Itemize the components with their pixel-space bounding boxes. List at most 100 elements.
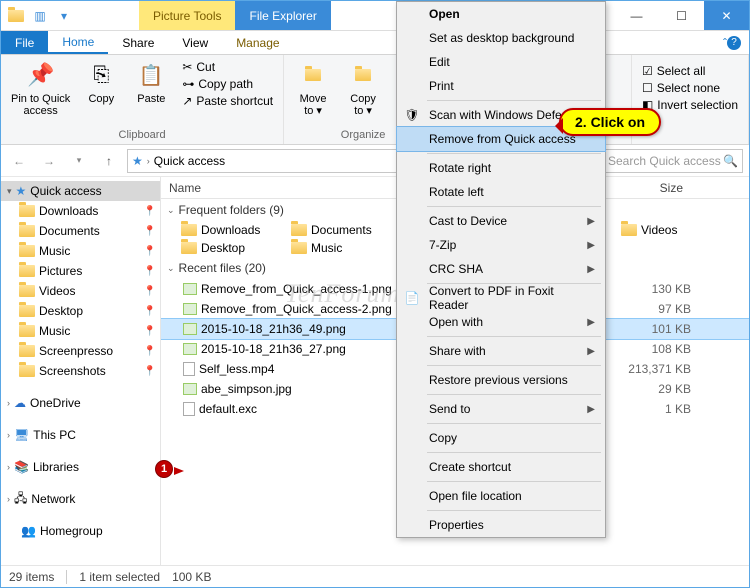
sidebar-item[interactable]: Screenpresso📍: [1, 341, 160, 361]
sidebar-item[interactable]: Desktop📍: [1, 301, 160, 321]
nav-homegroup[interactable]: 👥Homegroup: [1, 521, 160, 541]
pin-icon: 📍: [144, 286, 156, 297]
folder-item[interactable]: Documents: [289, 221, 399, 239]
title-bar: ▥ ▾ Picture Tools File Explorer — ☐ ✕: [1, 1, 749, 31]
folder-icon: [19, 205, 35, 217]
breadcrumb[interactable]: Quick access: [154, 154, 225, 168]
context-menu-item[interactable]: Print: [397, 74, 605, 98]
image-icon: [183, 343, 197, 355]
context-menu-item[interactable]: Open with▶: [397, 310, 605, 334]
star-icon: ★: [132, 154, 143, 168]
pin-icon: 📍: [144, 326, 156, 337]
recent-locations-button[interactable]: ▾: [67, 149, 91, 173]
copy-path-button[interactable]: ⊶Copy path: [178, 76, 277, 92]
sidebar-item[interactable]: Downloads📍: [1, 201, 160, 221]
folder-icon: [291, 224, 307, 236]
folder-item[interactable]: Downloads: [179, 221, 289, 239]
search-input[interactable]: Search Quick access 🔍: [603, 149, 743, 173]
path-icon: ⊶: [182, 77, 194, 91]
minimize-button[interactable]: —: [614, 1, 659, 30]
qat-properties-icon[interactable]: ▥: [29, 5, 51, 27]
folder-icon: [19, 265, 35, 277]
chevron-right-icon: ›: [147, 156, 150, 166]
sidebar-item[interactable]: Documents📍: [1, 221, 160, 241]
shortcut-icon: ↗: [182, 94, 192, 108]
context-menu-item[interactable]: Rotate left: [397, 180, 605, 204]
column-size[interactable]: Size: [621, 181, 691, 195]
address-bar-row: ← → ▾ ↑ ★ › Quick access ▾ ↻ Search Quic…: [1, 145, 749, 177]
context-menu-item[interactable]: Open: [397, 2, 605, 26]
pin-to-quick-access-button[interactable]: 📌 Pin to Quick access: [7, 57, 74, 119]
move-to-button[interactable]: Move to ▾: [290, 57, 336, 119]
ribbon-collapse-button[interactable]: ˆ ?: [715, 31, 749, 54]
context-menu-item[interactable]: Set as desktop background: [397, 26, 605, 50]
scissors-icon: ✂: [182, 60, 192, 74]
nav-quick-access[interactable]: ▾ ★ Quick access: [1, 181, 160, 201]
copy-button[interactable]: ⎘ Copy: [78, 57, 124, 107]
context-menu-item[interactable]: Restore previous versions: [397, 368, 605, 392]
context-menu-item[interactable]: Open file location: [397, 484, 605, 508]
pin-icon: 📍: [144, 266, 156, 277]
context-menu-item[interactable]: CRC SHA▶: [397, 257, 605, 281]
status-bar: 29 items 1 item selected 100 KB: [1, 565, 749, 587]
context-menu-item[interactable]: Rotate right: [397, 156, 605, 180]
copy-icon: ⎘: [85, 59, 117, 91]
context-menu-item[interactable]: Edit: [397, 50, 605, 74]
folder-item[interactable]: Videos: [619, 221, 729, 239]
annotation-callout: 2. Click on: [559, 108, 661, 136]
sidebar-item[interactable]: Music📍: [1, 321, 160, 341]
chevron-right-icon: ▶: [587, 404, 595, 415]
nav-onedrive[interactable]: ›☁OneDrive: [1, 393, 160, 413]
forward-button[interactable]: →: [37, 149, 61, 173]
qat-folder-icon[interactable]: [5, 5, 27, 27]
context-menu-item[interactable]: Share with▶: [397, 339, 605, 363]
qat-new-folder-icon[interactable]: ▾: [53, 5, 75, 27]
sidebar-item[interactable]: Music📍: [1, 241, 160, 261]
folder-icon: [19, 365, 35, 377]
tab-manage[interactable]: Manage: [222, 31, 293, 54]
status-size: 100 KB: [172, 570, 211, 584]
folder-item[interactable]: Music: [289, 239, 399, 257]
sidebar-item[interactable]: Pictures📍: [1, 261, 160, 281]
folder-item[interactable]: Desktop: [179, 239, 289, 257]
maximize-button[interactable]: ☐: [659, 1, 704, 30]
select-none-button[interactable]: ☐Select none: [638, 80, 742, 96]
close-button[interactable]: ✕: [704, 1, 749, 30]
chevron-right-icon: ▶: [587, 216, 595, 227]
copy-to-button[interactable]: Copy to ▾: [340, 57, 386, 119]
tab-share[interactable]: Share: [108, 31, 168, 54]
sidebar-item[interactable]: Screenshots📍: [1, 361, 160, 381]
tab-file[interactable]: File: [1, 31, 48, 54]
nav-network[interactable]: ›🖧Network: [1, 489, 160, 509]
context-menu-item[interactable]: Copy: [397, 426, 605, 450]
pin-icon: 📌: [25, 59, 57, 91]
cut-button[interactable]: ✂Cut: [178, 59, 277, 75]
context-menu-item[interactable]: Properties: [397, 513, 605, 537]
tab-home[interactable]: Home: [48, 31, 108, 54]
context-menu-item[interactable]: Cast to Device▶: [397, 209, 605, 233]
tab-view[interactable]: View: [168, 31, 222, 54]
copy-to-icon: [347, 59, 379, 91]
sidebar-item[interactable]: Videos📍: [1, 281, 160, 301]
pin-icon: 📍: [144, 226, 156, 237]
context-menu-item[interactable]: 7-Zip▶: [397, 233, 605, 257]
up-button[interactable]: ↑: [97, 149, 121, 173]
nav-this-pc[interactable]: ›🖥This PC: [1, 425, 160, 445]
pin-icon: 📍: [144, 246, 156, 257]
context-menu-item[interactable]: Create shortcut: [397, 455, 605, 479]
paste-shortcut-button[interactable]: ↗Paste shortcut: [178, 93, 277, 109]
status-selection: 1 item selected: [79, 570, 160, 584]
search-icon: 🔍: [723, 154, 738, 168]
file-icon: [183, 362, 195, 376]
ribbon-tabs: File Home Share View Manage ˆ ?: [1, 31, 749, 55]
context-menu-item[interactable]: 📄Convert to PDF in Foxit Reader: [397, 286, 605, 310]
chevron-right-icon: ▶: [587, 264, 595, 275]
libraries-icon: 📚: [14, 460, 29, 474]
back-button[interactable]: ←: [7, 149, 31, 173]
nav-libraries[interactable]: ›📚Libraries: [1, 457, 160, 477]
context-menu-item[interactable]: Send to▶: [397, 397, 605, 421]
paste-button[interactable]: 📋 Paste: [128, 57, 174, 107]
column-name[interactable]: Name: [161, 181, 401, 195]
select-all-button[interactable]: ☑Select all: [638, 63, 742, 79]
pin-icon: 📍: [144, 306, 156, 317]
